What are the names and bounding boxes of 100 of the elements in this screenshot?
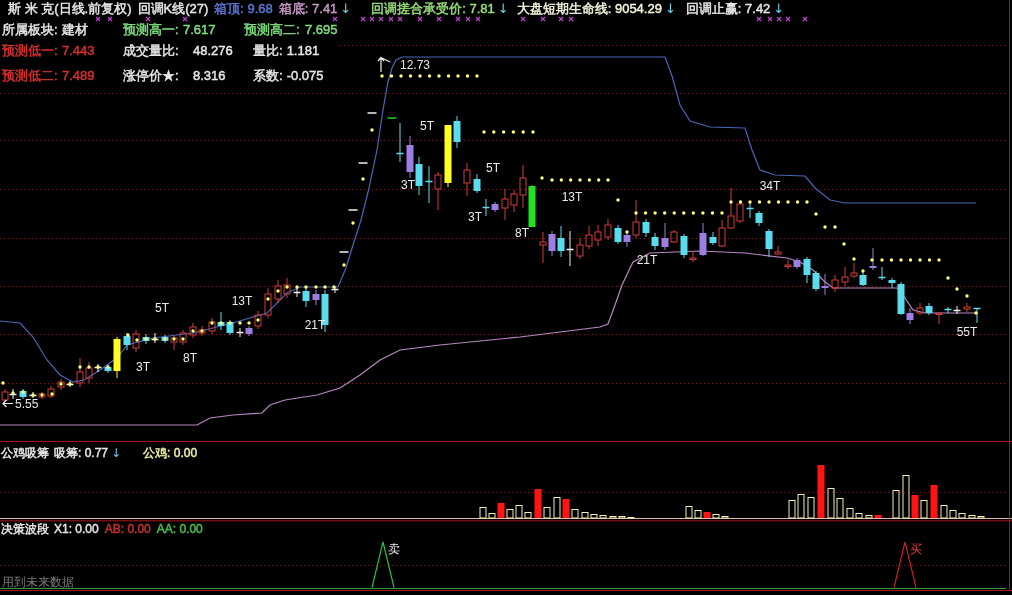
up-candle — [831, 274, 839, 293]
down-candle — [925, 302, 933, 316]
cross-marker — [756, 16, 762, 22]
up-candle — [670, 229, 678, 244]
cross-marker — [378, 16, 384, 22]
cycle-label: 3T — [136, 360, 150, 374]
indicator-value: 7.443 — [62, 43, 95, 58]
volume-bar — [807, 497, 815, 519]
accumulation-bar — [534, 489, 542, 518]
cross-marker — [465, 16, 471, 22]
marked-candle — [406, 135, 414, 179]
price-label: 12.73 — [400, 58, 431, 72]
down-candle — [765, 228, 773, 258]
marked-candle — [623, 231, 631, 248]
down-arrow: ↓ — [497, 1, 509, 16]
indicator-value: 8.316 — [193, 68, 226, 83]
marked-candle — [906, 307, 914, 325]
cross-marker — [568, 16, 574, 22]
cross-marker — [767, 16, 773, 22]
panel-title: 决策波段 — [1, 522, 49, 536]
cross-marker — [145, 16, 151, 22]
volume-bar — [553, 497, 561, 519]
up-candle — [1, 388, 9, 403]
cross-marker — [417, 16, 423, 22]
indicator-reading: 吸筹: 0.77 — [54, 446, 109, 460]
doji-candle — [745, 202, 755, 219]
marked-candle — [793, 257, 801, 270]
down-arrow: ↓ — [773, 1, 785, 16]
doji-candle — [565, 230, 575, 267]
indicator-reading: AA: 0.00 — [156, 522, 203, 536]
cross-marker — [360, 16, 366, 22]
volume-bar — [892, 490, 900, 519]
volume-bar — [902, 475, 910, 519]
accumulation-bar — [817, 465, 825, 518]
indicator-value: 7.695 — [305, 22, 338, 37]
down-candle — [453, 115, 461, 149]
volume-bar — [543, 507, 551, 519]
up-candle — [539, 231, 547, 264]
indicator-label: 所属板块: — [2, 22, 59, 37]
cycle-label: 3T — [468, 210, 482, 224]
panel-title: 公鸡吸筹 — [1, 446, 49, 460]
pointer-arrow-icon — [377, 56, 391, 73]
doji-candle — [972, 307, 982, 324]
marked-candle — [699, 222, 707, 257]
marked-candle — [869, 247, 877, 271]
indicator-label: 预测低二: — [2, 68, 59, 83]
cross-marker — [369, 16, 375, 22]
up-candle — [774, 245, 782, 256]
volume-bar — [865, 515, 873, 519]
indicator-label: 预测高一: — [123, 22, 180, 37]
down-candle — [473, 173, 481, 194]
doji-candle — [424, 165, 434, 204]
indicator-value: -0.075 — [286, 68, 324, 83]
indicator-reading: 回调K线(27) — [137, 1, 209, 16]
cross-marker — [776, 16, 782, 22]
future-data-note: 用到未来数据 — [1, 576, 74, 589]
marked-candle — [548, 230, 556, 257]
down-candle — [755, 210, 763, 227]
down-candle — [557, 225, 565, 258]
cycle-label: 21T — [304, 318, 326, 332]
indicator-value: 7.617 — [183, 22, 216, 37]
accumulation-bar — [562, 499, 570, 518]
down-candle — [302, 287, 310, 308]
up-candle — [132, 329, 140, 353]
cross-marker — [436, 16, 442, 22]
accumulation-bar — [911, 495, 919, 518]
up-candle — [57, 378, 65, 391]
indicator-label: 系数: — [253, 68, 283, 83]
up-candle — [916, 302, 924, 316]
cross-marker — [802, 16, 808, 22]
indicator-value: 建材 — [62, 22, 88, 37]
indicator-reading: 公鸡: 0.00 — [143, 446, 198, 460]
up-candle — [208, 317, 216, 335]
marked-candle — [821, 273, 829, 296]
doji-candle — [481, 198, 491, 217]
cross-marker — [540, 16, 546, 22]
cycle-label: 5T — [155, 301, 169, 315]
up-candle — [963, 302, 971, 313]
cycle-label: 8T — [515, 226, 529, 240]
marked-candle — [245, 325, 253, 337]
cross-marker — [107, 16, 113, 22]
up-candle — [935, 312, 943, 325]
indicator-reading: X1: 0.00 — [54, 522, 99, 536]
up-candle — [632, 199, 640, 239]
signal-label: 买 — [910, 542, 922, 556]
plunge-candle — [528, 184, 536, 228]
cycle-label: 21T — [636, 253, 658, 267]
cycle-label: 13T — [561, 190, 583, 204]
stock-title: 斯 米 克(日线.前复权) — [8, 1, 132, 16]
cross-marker — [520, 16, 526, 22]
indicator-label: 成交量比: — [123, 43, 180, 58]
signal-label: 卖 — [388, 542, 400, 556]
indicator-label: 涨停价★: — [123, 68, 180, 83]
accumulation-bar — [930, 485, 938, 518]
doji-candle — [395, 122, 405, 163]
doji-candle — [952, 305, 962, 315]
cross-marker — [397, 16, 403, 22]
indicator-label: 预测高二: — [244, 22, 301, 37]
doji-candle — [877, 266, 887, 281]
down-candle — [415, 156, 423, 196]
